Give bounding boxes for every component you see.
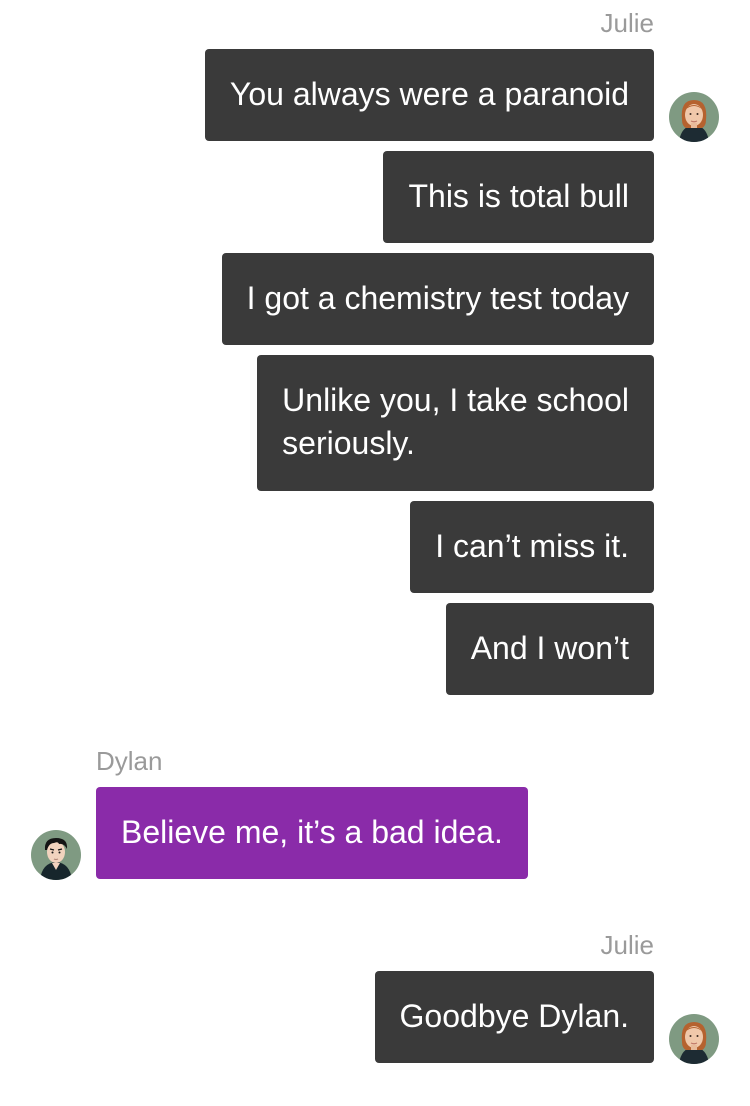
woman-avatar-icon[interactable] xyxy=(669,1014,719,1064)
message-bubble[interactable]: Goodbye Dylan. xyxy=(374,971,654,1063)
message-bubble[interactable]: And I won’t xyxy=(445,603,654,695)
sender-name-julie: Julie xyxy=(600,930,654,960)
message-bubble[interactable]: This is total bull xyxy=(383,151,654,243)
message-bubble[interactable]: I can’t miss it. xyxy=(410,501,654,593)
message-bubble[interactable]: I got a chemistry test today xyxy=(221,253,654,345)
message-bubble[interactable]: Believe me, it’s a bad idea. xyxy=(96,787,528,879)
message-bubble[interactable]: Unlike you, I take school seriously. xyxy=(257,355,654,491)
sender-name-julie: Julie xyxy=(600,8,654,38)
sender-name-dylan: Dylan xyxy=(96,746,163,776)
message-bubble[interactable]: You always were a paranoid xyxy=(204,49,654,141)
woman-avatar-icon[interactable] xyxy=(669,92,719,142)
man-avatar-icon[interactable] xyxy=(31,830,81,880)
